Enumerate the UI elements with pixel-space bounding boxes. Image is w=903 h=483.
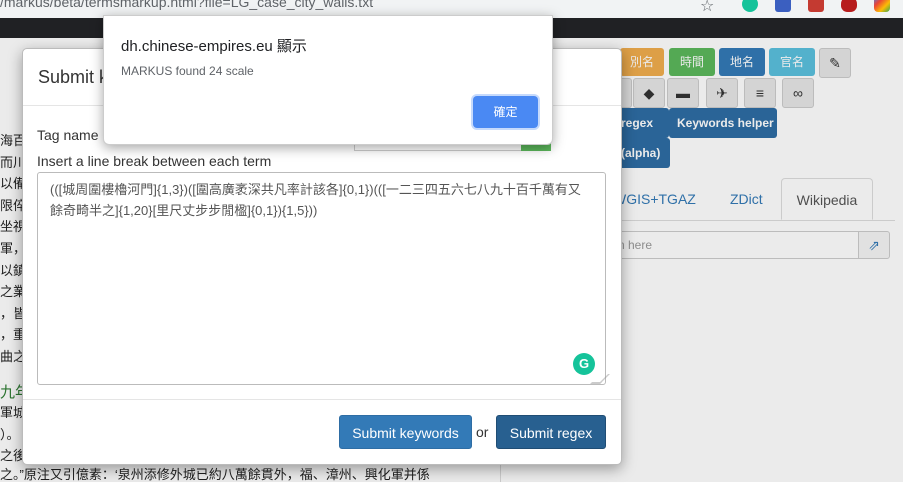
line-break-hint: Insert a line break between each term — [37, 153, 272, 169]
extension-icon-blue[interactable] — [775, 0, 791, 12]
grammarly-extension-icon[interactable] — [742, 0, 758, 12]
or-text: or — [476, 424, 489, 440]
alert-message: MARKUS found 24 scale — [121, 64, 254, 78]
url-text[interactable]: /markus/beta/termsmarkup.html?file=LG_ca… — [0, 0, 373, 10]
submit-keywords-button[interactable]: Submit keywords — [339, 415, 472, 449]
tag-name-label: Tag name ( — [37, 127, 108, 143]
modal-title: Submit k — [38, 67, 109, 87]
grammarly-icon[interactable]: G — [573, 353, 595, 375]
extension-icon-red[interactable] — [808, 0, 824, 12]
alert-ok-button[interactable]: 確定 — [473, 96, 538, 128]
bookmark-star-icon[interactable]: ☆ — [700, 0, 714, 16]
extension-icon-colorful[interactable] — [874, 0, 890, 12]
alert-title: dh.chinese-empires.eu 顯示 — [121, 38, 307, 55]
browser-alert-dialog: dh.chinese-empires.eu 顯示 MARKUS found 24… — [103, 15, 553, 145]
terms-textarea[interactable]: (([城周圍樓櫓河門]{1,3})([圍高廣袤深共凡率計該各]{0,1})(([… — [37, 172, 606, 385]
submit-regex-button[interactable]: Submit regex — [496, 415, 606, 449]
extension-icon-shield[interactable] — [841, 0, 857, 12]
